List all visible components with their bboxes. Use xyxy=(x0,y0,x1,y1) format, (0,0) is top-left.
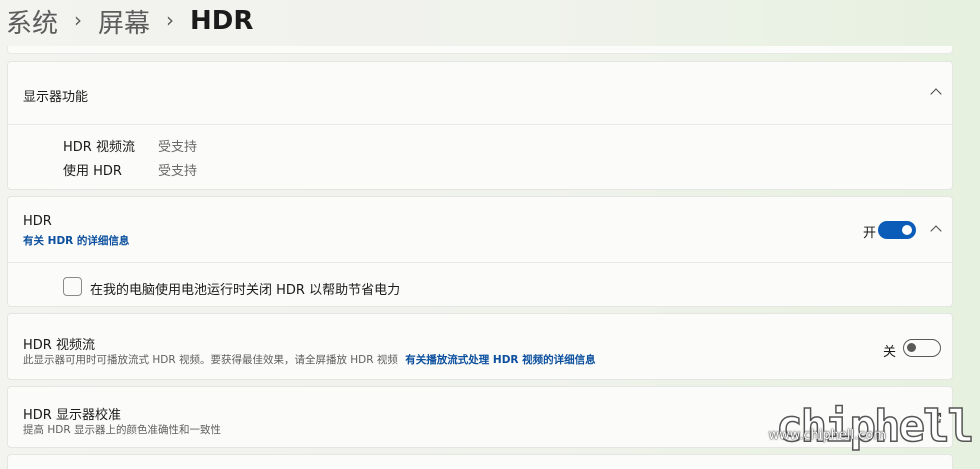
chevron-up-icon[interactable] xyxy=(930,225,942,237)
hdr-toggle-label: 开 xyxy=(862,226,876,241)
hdr-card: HDR 有关 HDR 的详细信息 开 在我的电脑使用电池运行时关闭 HDR 以帮… xyxy=(7,196,953,307)
hdr-calibration-description: 提高 HDR 显示器上的颜色准确性和一致性 xyxy=(23,424,221,436)
hdr-calibration-title: HDR 显示器校准 xyxy=(23,408,121,423)
feature-value: 受支持 xyxy=(158,140,198,155)
display-features-list: HDR 视频流 受支持 使用 HDR 受支持 xyxy=(8,125,952,191)
hdr-info-link[interactable]: 有关 HDR 的详细信息 xyxy=(23,233,129,248)
display-features-header[interactable]: 显示器功能 xyxy=(8,62,952,124)
page-title: HDR xyxy=(190,6,254,36)
breadcrumb-system[interactable]: 系统 xyxy=(6,3,58,40)
display-features-card: 显示器功能 HDR 视频流 受支持 使用 HDR 受支持 xyxy=(7,61,953,190)
toggle-knob xyxy=(902,225,912,235)
hdr-video-card: HDR 视频流 此显示器可用时可播放流式 HDR 视频。要获得最佳效果，请全屏播… xyxy=(7,313,953,380)
feature-key: 使用 HDR xyxy=(63,164,122,179)
previous-card-edge xyxy=(7,46,953,54)
hdr-video-toggle[interactable] xyxy=(903,339,941,357)
hdr-video-description: 此显示器可用时可播放流式 HDR 视频。要获得最佳效果，请全屏播放 HDR 视频… xyxy=(23,352,596,367)
hdr-video-description-text: 此显示器可用时可播放流式 HDR 视频。要获得最佳效果，请全屏播放 HDR 视频 xyxy=(23,354,398,366)
hdr-video-info-link[interactable]: 有关播放流式处理 HDR 视频的详细信息 xyxy=(405,354,595,366)
display-features-title: 显示器功能 xyxy=(23,90,89,105)
breadcrumb-separator: › xyxy=(74,8,83,32)
battery-hdr-label[interactable]: 在我的电脑使用电池运行时关闭 HDR 以帮助节省电力 xyxy=(90,279,400,298)
feature-value: 受支持 xyxy=(158,164,198,179)
hdr-video-toggle-label: 关 xyxy=(882,345,896,360)
feature-key: HDR 视频流 xyxy=(63,140,135,155)
hdr-toggle[interactable] xyxy=(878,221,916,239)
breadcrumb-display[interactable]: 屏幕 xyxy=(98,3,150,40)
hdr-battery-row: 在我的电脑使用电池运行时关闭 HDR 以帮助节省电力 xyxy=(8,263,952,308)
breadcrumb-separator: › xyxy=(166,8,175,32)
hdr-header[interactable]: HDR 有关 HDR 的详细信息 开 xyxy=(8,197,952,262)
watermark-url: www.chiphell.com xyxy=(768,428,886,443)
breadcrumb: 系统 › 屏幕 › HDR xyxy=(6,3,254,40)
hdr-video-title: HDR 视频流 xyxy=(23,338,95,353)
next-card-edge xyxy=(7,454,953,469)
hdr-title: HDR xyxy=(23,214,52,229)
battery-hdr-checkbox[interactable] xyxy=(63,277,82,296)
toggle-knob xyxy=(907,343,916,352)
chevron-up-icon[interactable] xyxy=(930,88,942,100)
